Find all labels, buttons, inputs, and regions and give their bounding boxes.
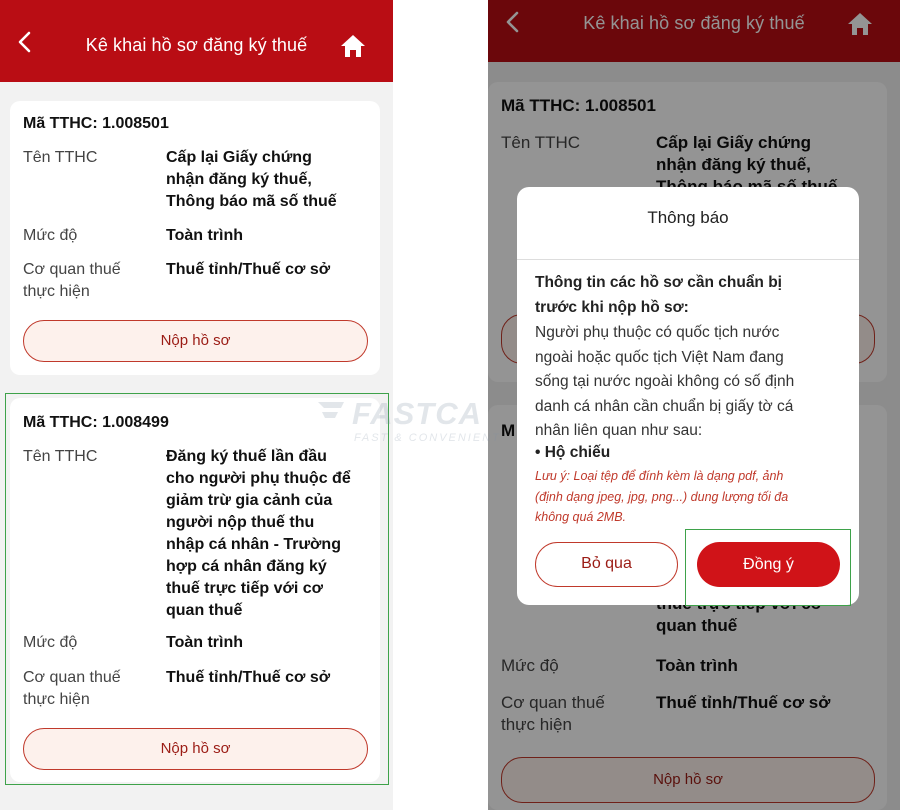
- selection-highlight: [5, 393, 389, 785]
- heading-line: Thông tin các hồ sơ cần chuẩn bị: [535, 274, 782, 291]
- selection-highlight: [685, 529, 851, 606]
- brand-watermark: FASTCA FAST & CONVENIENT: [314, 396, 534, 448]
- procedure-card: Mã TTHC: 1.008501 Tên TTHC Cấp lại Giấy …: [10, 101, 380, 375]
- heading-line: trước khi nộp hồ sơ:: [535, 298, 689, 316]
- right-screen: Kê khai hồ sơ đăng ký thuế Mã TTHC: 1.00…: [488, 0, 900, 810]
- submit-dossier-button[interactable]: Nộp hồ sơ: [23, 320, 368, 362]
- agency-value: Thuế tỉnh/Thuế cơ sở: [166, 261, 331, 278]
- watermark-brand: FASTCA: [352, 396, 482, 431]
- app-header: Kê khai hồ sơ đăng ký thuế: [0, 0, 393, 82]
- body-line: sống tại nước ngoài không có số định: [535, 373, 795, 390]
- note-line: (định dạng jpeg, jpg, png...) dung lượng…: [535, 489, 789, 504]
- name-line: Thông báo mã số thuế: [166, 193, 337, 210]
- body-line: Người phụ thuộc có quốc tịch nước: [535, 324, 780, 341]
- fastca-logo-icon: [318, 402, 344, 418]
- agency-label-line: Cơ quan thuế: [23, 261, 121, 278]
- dialog-title: Thông báo: [647, 208, 729, 227]
- dialog-body: Người phụ thuộc có quốc tịch nước ngoài …: [535, 321, 845, 444]
- level-label: Mức độ: [23, 227, 78, 244]
- procedure-name-label: Tên TTHC: [23, 149, 98, 166]
- body-line: danh cá nhân cần chuẩn bị giấy tờ cá: [535, 397, 794, 415]
- level-value: Toàn trình: [166, 227, 244, 244]
- note-line: không quá 2MB.: [535, 510, 627, 524]
- cancel-button[interactable]: Bỏ qua: [535, 542, 678, 587]
- name-line: nhận đăng ký thuế,: [166, 171, 312, 188]
- file-note: Lưu ý: Loại tệp để đính kèm là dạng pdf,…: [535, 466, 845, 528]
- procedure-name-value: Cấp lại Giấy chứng nhận đăng ký thuế, Th…: [166, 147, 366, 213]
- home-icon[interactable]: [339, 33, 367, 59]
- watermark-tagline: FAST & CONVENIENT: [354, 432, 501, 444]
- dialog-heading: Thông tin các hồ sơ cần chuẩn bị trước k…: [535, 271, 845, 320]
- procedure-code: Mã TTHC: 1.008501: [23, 115, 169, 132]
- note-line: Lưu ý: Loại tệp để đính kèm là dạng pdf,…: [535, 469, 784, 483]
- page-title: Kê khai hồ sơ đăng ký thuế: [85, 35, 308, 55]
- required-document-item: • Hộ chiếu: [535, 444, 611, 461]
- agency-label: Cơ quan thuế thực hiện: [23, 259, 163, 303]
- body-line: ngoài hoặc quốc tịch Việt Nam đang: [535, 348, 784, 366]
- body-line: nhân liên quan như sau:: [535, 422, 703, 439]
- name-line: Cấp lại Giấy chứng: [166, 149, 312, 166]
- agency-label-line: thực hiện: [23, 283, 90, 300]
- dialog-divider: [517, 259, 859, 260]
